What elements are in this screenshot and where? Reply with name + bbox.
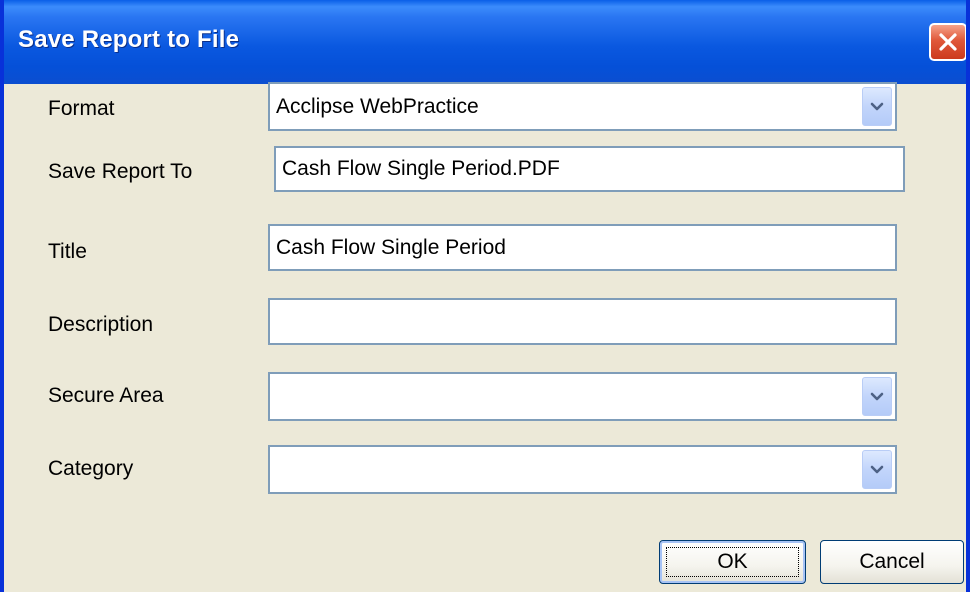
secure-area-dropdown-button[interactable] (862, 377, 892, 416)
save-report-to-label: Save Report To (48, 160, 193, 183)
chevron-down-icon (870, 465, 884, 473)
close-icon (939, 33, 957, 51)
secure-area-label: Secure Area (48, 384, 164, 407)
cancel-button[interactable]: Cancel (820, 540, 964, 584)
chevron-down-icon (870, 392, 884, 400)
category-label: Category (48, 457, 134, 480)
secure-area-select[interactable] (268, 372, 897, 421)
save-report-to-value: Cash Flow Single Period.PDF (282, 157, 560, 180)
title-label: Title (48, 240, 87, 263)
save-report-dialog: Save Report to File Format Acclipse WebP… (0, 0, 970, 592)
description-label: Description (48, 313, 154, 336)
ok-button[interactable]: OK (659, 540, 806, 584)
close-button[interactable] (929, 23, 966, 61)
title-value: Cash Flow Single Period (276, 235, 506, 259)
format-label: Format (48, 97, 115, 120)
format-value: Acclipse WebPractice (276, 94, 479, 118)
category-select[interactable] (268, 445, 897, 494)
description-field[interactable] (268, 298, 897, 345)
window-title: Save Report to File (18, 26, 240, 53)
format-dropdown-button[interactable] (862, 87, 892, 126)
format-select[interactable]: Acclipse WebPractice (268, 82, 897, 131)
category-dropdown-button[interactable] (862, 450, 892, 489)
save-report-to-field[interactable]: Cash Flow Single Period.PDF (274, 146, 905, 192)
cancel-button-label: Cancel (859, 550, 925, 573)
title-bar[interactable]: Save Report to File (4, 0, 966, 84)
chevron-down-icon (870, 102, 884, 110)
focus-ring (666, 547, 799, 577)
title-field[interactable]: Cash Flow Single Period (268, 224, 897, 271)
